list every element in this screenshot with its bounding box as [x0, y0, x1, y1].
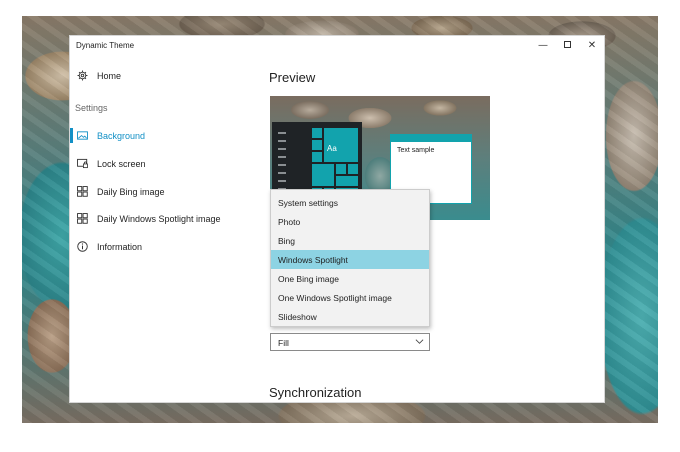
main-content: Preview Aa Text sample System settings P… [258, 56, 604, 402]
minimize-button[interactable]: — [532, 38, 554, 54]
sidebar-item-label: Lock screen [97, 159, 146, 169]
sidebar-item-daily-bing-image[interactable]: Daily Bing image [70, 180, 258, 204]
info-icon [77, 241, 88, 252]
preview-window-titlebar [391, 135, 471, 142]
image-icon [77, 131, 88, 140]
sidebar-item-lock-screen[interactable]: Lock screen [70, 152, 258, 176]
windows-grid-icon [77, 213, 88, 224]
sidebar-item-daily-spotlight-image[interactable]: Daily Windows Spotlight image [70, 207, 258, 231]
sidebar-item-home[interactable]: Home [70, 64, 258, 88]
app-window: Dynamic Theme — ✕ Home Settings Backgrou… [69, 35, 605, 403]
selection-indicator [70, 128, 73, 143]
sidebar-item-label: Daily Windows Spotlight image [97, 214, 221, 224]
window-title: Dynamic Theme [76, 41, 135, 50]
sidebar-item-label: Background [97, 131, 146, 141]
fit-select[interactable]: Fill [270, 333, 430, 351]
sidebar-item-label: Information [97, 242, 143, 252]
dropdown-option[interactable]: Photo [271, 212, 429, 231]
dropdown-option[interactable]: Slideshow [271, 307, 429, 326]
dropdown-option[interactable]: One Windows Spotlight image [271, 288, 429, 307]
gear-icon [77, 70, 88, 81]
close-button[interactable]: ✕ [581, 38, 603, 54]
sidebar-item-background[interactable]: Background [70, 124, 258, 148]
settings-section-heading: Settings [75, 103, 108, 113]
dropdown-option[interactable]: One Bing image [271, 269, 429, 288]
maximize-icon [563, 40, 571, 48]
lock-screen-icon [77, 158, 88, 169]
title-bar[interactable]: Dynamic Theme — ✕ [70, 36, 604, 56]
synchronization-heading: Synchronization [269, 385, 362, 400]
dropdown-option[interactable]: Bing [271, 231, 429, 250]
preview-heading: Preview [269, 70, 316, 85]
preview-tile-text: Aa [327, 144, 337, 153]
windows-grid-icon [77, 186, 88, 197]
sidebar-item-information[interactable]: Information [70, 235, 258, 259]
dropdown-option[interactable]: System settings [271, 193, 429, 212]
preview-window-text: Text sample [397, 147, 435, 154]
dropdown-option-selected[interactable]: Windows Spotlight [271, 250, 429, 269]
background-type-dropdown-list[interactable]: System settings Photo Bing Windows Spotl… [270, 189, 430, 327]
fit-select-value: Fill [278, 338, 289, 348]
sidebar: Home Settings Background Lock screen Dai… [70, 56, 258, 402]
maximize-button[interactable] [556, 38, 578, 54]
sidebar-item-label: Daily Bing image [97, 187, 165, 197]
sidebar-item-label: Home [97, 71, 122, 81]
desktop: Dynamic Theme — ✕ Home Settings Backgrou… [0, 0, 680, 452]
chevron-down-icon [415, 339, 424, 344]
